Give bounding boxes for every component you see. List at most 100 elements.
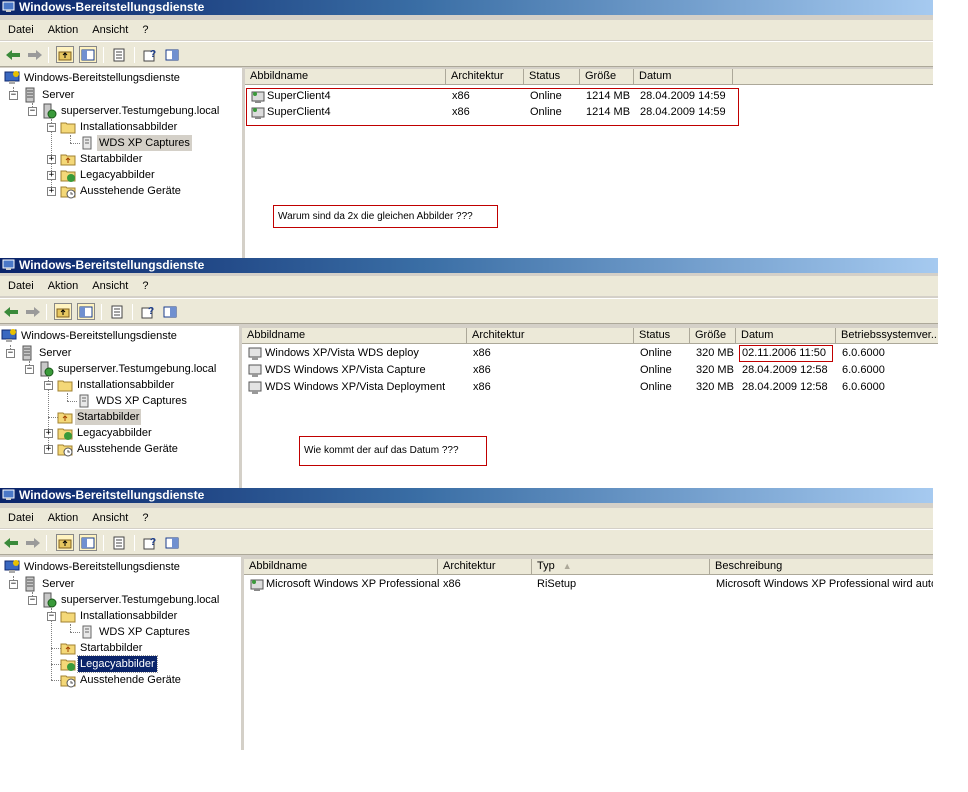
expand-toggle[interactable]: + [44, 429, 53, 438]
tree-install-images[interactable]: Installationsabbilder [60, 119, 179, 135]
tree-root[interactable]: Windows-Bereitstellungsdienste [4, 70, 182, 86]
collapse-toggle[interactable]: − [9, 580, 18, 589]
console-tree: Windows-Bereitstellungsdienste − Server … [0, 557, 244, 750]
collapse-toggle[interactable]: − [9, 91, 18, 100]
tree-boot-images[interactable]: Startabbilder [60, 640, 144, 656]
col-header-date[interactable]: Datum [634, 69, 733, 85]
col-header-name[interactable]: Abbildname [244, 559, 438, 575]
title-bar[interactable]: Windows-Bereitstellungsdienste [0, 0, 933, 15]
col-header-arch[interactable]: Architektur [446, 69, 524, 85]
col-header-name[interactable]: Abbildname [242, 328, 467, 344]
tree-capture-group[interactable]: WDS XP Captures [79, 135, 192, 151]
cell-date: 28.04.2009 12:58 [742, 364, 828, 376]
menu-aktion[interactable]: Aktion [48, 20, 79, 40]
col-header-arch[interactable]: Architektur [467, 328, 634, 344]
tree-pending-devices[interactable]: Ausstehende Geräte [60, 183, 183, 199]
tree-host[interactable]: superserver.Testumgebung.local [41, 592, 221, 608]
tree-capture-group[interactable]: WDS XP Captures [76, 393, 189, 409]
collapse-toggle[interactable]: − [25, 365, 34, 374]
menu-ansicht[interactable]: Ansicht [92, 508, 128, 528]
col-header-os-version[interactable]: Betriebssystemver... [836, 328, 938, 344]
menu-datei[interactable]: Datei [8, 508, 34, 528]
properties-button[interactable] [163, 46, 181, 63]
tree-server[interactable]: Server [22, 576, 76, 592]
properties-button[interactable] [163, 534, 181, 551]
folder-up-icon [58, 51, 72, 60]
tree-host[interactable]: superserver.Testumgebung.local [41, 103, 221, 119]
tree-legacy-images[interactable]: Legacyabbilder [60, 167, 157, 183]
col-header-size[interactable]: Größe [690, 328, 736, 344]
tree-install-images[interactable]: Installationsabbilder [57, 377, 176, 393]
up-level-button[interactable] [56, 534, 74, 551]
col-header-status[interactable]: Status [634, 328, 690, 344]
tree-capture-group[interactable]: WDS XP Captures [79, 624, 192, 640]
title-bar[interactable]: Windows-Bereitstellungsdienste [0, 488, 933, 503]
forward-button[interactable] [26, 46, 44, 63]
tree-server[interactable]: Server [19, 345, 73, 361]
tree-boot-images[interactable]: Startabbilder [57, 409, 142, 425]
back-button[interactable] [2, 303, 20, 320]
menu-help[interactable]: ? [142, 20, 148, 40]
help-button[interactable]: ? [139, 303, 157, 320]
export-list-button[interactable] [110, 534, 128, 551]
menu-datei[interactable]: Datei [8, 276, 34, 296]
menu-aktion[interactable]: Aktion [48, 508, 79, 528]
properties-button[interactable] [161, 303, 179, 320]
menu-datei[interactable]: Datei [8, 20, 34, 40]
help-button[interactable]: ? [141, 46, 159, 63]
export-list-button[interactable] [108, 303, 126, 320]
tree-server[interactable]: Server [22, 87, 76, 103]
show-hide-tree-button[interactable] [79, 46, 97, 63]
col-header-date[interactable]: Datum [736, 328, 836, 344]
col-header-name[interactable]: Abbildname [245, 69, 446, 85]
tree-install-images[interactable]: Installationsabbilder [60, 608, 179, 624]
tree-pending-devices[interactable]: Ausstehende Geräte [57, 441, 180, 457]
col-header-size[interactable]: Größe [580, 69, 634, 85]
toolbar-separator [134, 47, 135, 63]
collapse-toggle[interactable]: − [44, 381, 53, 390]
expand-toggle[interactable]: + [47, 171, 56, 180]
collapse-toggle[interactable]: − [28, 107, 37, 116]
show-hide-tree-button[interactable] [77, 303, 95, 320]
tree-legacy-images[interactable]: Legacyabbilder [60, 655, 158, 673]
title-bar[interactable]: Windows-Bereitstellungsdienste [0, 258, 938, 273]
collapse-toggle[interactable]: − [6, 349, 15, 358]
cell-status: Online [530, 90, 562, 102]
col-header-arch[interactable]: Architektur [438, 559, 532, 575]
expand-toggle[interactable]: + [44, 445, 53, 454]
expand-toggle[interactable]: + [47, 187, 56, 196]
expand-toggle[interactable]: + [47, 155, 56, 164]
tree-root[interactable]: Windows-Bereitstellungsdienste [4, 559, 182, 575]
back-button[interactable] [2, 534, 20, 551]
menu-ansicht[interactable]: Ansicht [92, 276, 128, 296]
image-group-icon [79, 394, 89, 408]
tree-host[interactable]: superserver.Testumgebung.local [38, 361, 218, 377]
help-button[interactable]: ? [141, 534, 159, 551]
forward-button[interactable] [24, 534, 42, 551]
show-hide-tree-button[interactable] [79, 534, 97, 551]
pending-devices-icon [60, 186, 76, 199]
export-list-button[interactable] [110, 46, 128, 63]
col-header-status[interactable]: Status [524, 69, 580, 85]
collapse-toggle[interactable]: − [28, 596, 37, 605]
col-header-type[interactable]: Typ ▲ [532, 559, 710, 575]
menu-ansicht[interactable]: Ansicht [92, 20, 128, 40]
up-level-button[interactable] [56, 46, 74, 63]
tree-root[interactable]: Windows-Bereitstellungsdienste [1, 328, 179, 344]
toolbar: ? [0, 41, 933, 67]
export-list-icon [113, 48, 125, 61]
tree-boot-images[interactable]: Startabbilder [60, 151, 144, 167]
menu-help[interactable]: ? [142, 508, 148, 528]
tree-pending-devices[interactable]: Ausstehende Geräte [60, 672, 183, 688]
menu-aktion[interactable]: Aktion [48, 276, 79, 296]
menu-help[interactable]: ? [142, 276, 148, 296]
sort-ascending-icon: ▲ [562, 561, 572, 571]
up-level-button[interactable] [54, 303, 72, 320]
cell-size: 320 MB [696, 364, 734, 376]
col-header-description[interactable]: Beschreibung [710, 559, 933, 575]
back-button[interactable] [4, 46, 22, 63]
tree-legacy-images[interactable]: Legacyabbilder [57, 425, 154, 441]
collapse-toggle[interactable]: − [47, 612, 56, 621]
forward-button[interactable] [24, 303, 42, 320]
collapse-toggle[interactable]: − [47, 123, 56, 132]
